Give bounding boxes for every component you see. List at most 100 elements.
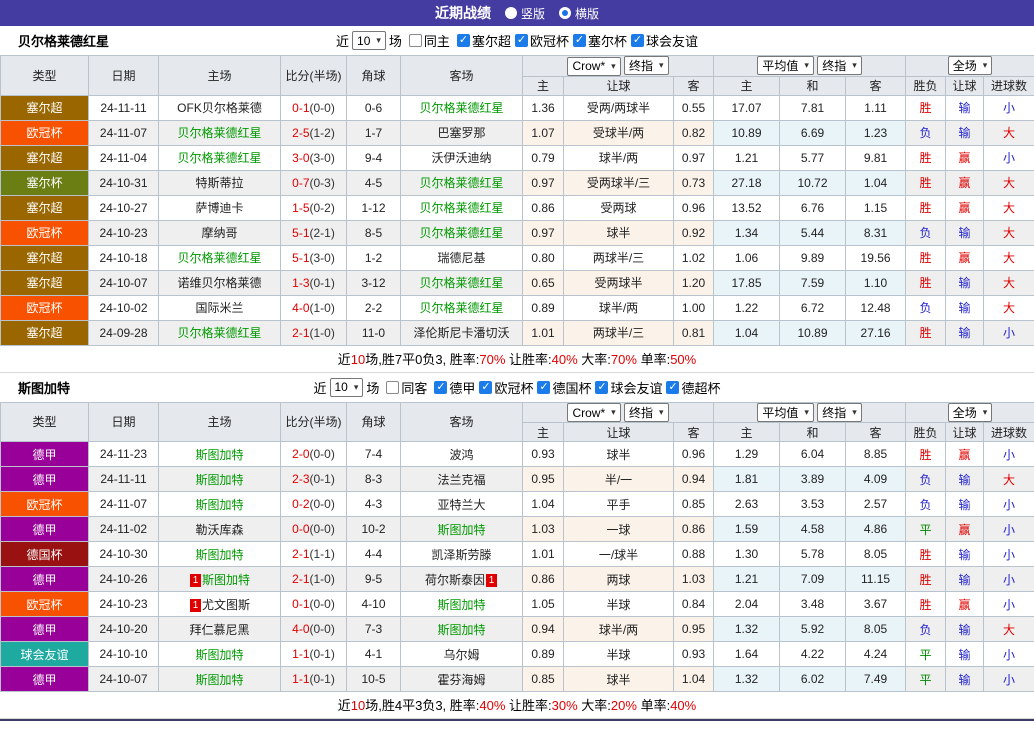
match-date: 24-10-31 xyxy=(88,169,159,196)
results-table: 类型 日期 主场 比分(半场) 角球 客场 Crow* ▾ 终指 ▾ 平均值 ▾ 终指… xyxy=(0,55,1034,346)
chevron-down-icon: ▾ xyxy=(804,406,809,417)
column-header: 和 xyxy=(779,75,847,96)
scope-select[interactable]: 全场 ▾ xyxy=(947,402,993,422)
avg-draw-cell: 6.76 xyxy=(779,194,847,221)
radio-vertical-layout[interactable]: 竖版 xyxy=(504,5,545,22)
home-odds-cell: 0.79 xyxy=(522,144,564,171)
match-date: 24-11-23 xyxy=(88,441,159,467)
home-odds-cell: 1.01 xyxy=(522,319,564,346)
column-header: 比分(半场) xyxy=(280,401,347,442)
avg-away-cell: 1.04 xyxy=(845,169,907,196)
handicap-cell: 两球 xyxy=(563,566,674,592)
match-row: 欧冠杯 24-11-07 斯图加特 0-2(0-0) 4-3 亚特兰大 1.04… xyxy=(0,491,1034,517)
corner-cell: 4-1 xyxy=(346,641,401,667)
away-odds-cell: 0.55 xyxy=(672,94,715,121)
match-row: 德甲 24-11-02 勒沃库森 0-0(0-0) 10-2 斯图加特 1.03… xyxy=(0,516,1034,542)
goals-result-cell: 大 xyxy=(983,269,1034,296)
same-venue-checkbox[interactable]: 同客 xyxy=(386,378,427,397)
avg-away-cell: 19.56 xyxy=(845,244,907,271)
avg-draw-cell: 9.89 xyxy=(779,244,847,271)
league-filter-checkbox[interactable]: ✓ 德国杯 xyxy=(537,378,591,397)
handicap-result-cell: 赢 xyxy=(945,144,985,171)
games-label: 场 xyxy=(366,380,380,396)
away-odds-cell: 0.96 xyxy=(672,441,715,467)
corner-cell: 2-2 xyxy=(346,294,401,321)
away-odds-cell: 0.93 xyxy=(672,641,715,667)
avg-away-cell: 11.15 xyxy=(845,566,907,592)
average-select[interactable]: 平均值 ▾ xyxy=(757,56,814,76)
away-team-cell: 乌尔姆 xyxy=(400,641,523,667)
average-select[interactable]: 平均值 ▾ xyxy=(757,402,814,422)
score-cell: 4-0(0-0) xyxy=(280,616,347,642)
recent-results-page: 近期战绩 竖版 横版 贝尔格莱德红星 近 10 ▾ 场 同主 ✓ 塞尔超 ✓ 欧… xyxy=(0,0,1034,721)
avg-draw-cell: 6.02 xyxy=(779,666,847,692)
average-stage-select[interactable]: 终指 ▾ xyxy=(817,56,862,76)
odds-stage-select[interactable]: 终指 ▾ xyxy=(624,402,669,422)
summary-text: 10 xyxy=(350,698,366,713)
column-header: 客场 xyxy=(400,55,523,96)
match-date: 24-10-10 xyxy=(88,641,159,667)
checkbox-checked-icon: ✓ xyxy=(514,34,528,47)
handicap-cell: 受两球半/三 xyxy=(563,169,674,196)
league-badge: 塞尔超 xyxy=(0,94,89,121)
home-team-cell: 萨博迪卡 xyxy=(158,194,281,221)
bookmaker-select[interactable]: Crow* ▾ xyxy=(567,56,621,76)
away-team-cell: 亚特兰大 xyxy=(400,491,523,517)
corner-cell: 10-5 xyxy=(346,666,401,692)
league-filter-checkbox[interactable]: ✓ 球会友谊 xyxy=(630,31,698,50)
result-cell: 胜 xyxy=(905,169,947,196)
odds-stage-select[interactable]: 终指 ▾ xyxy=(624,56,669,75)
league-filter-group: ✓ 塞尔超 ✓ 欧冠杯 ✓ 塞尔杯 ✓ 球会友谊 xyxy=(453,31,698,50)
avg-away-cell: 8.85 xyxy=(845,441,907,467)
same-venue-checkbox[interactable]: 同主 xyxy=(408,31,450,50)
away-odds-cell: 0.92 xyxy=(672,219,715,246)
column-header: 角球 xyxy=(346,401,401,442)
summary-text: 10 xyxy=(350,351,366,367)
match-row: 塞尔超 24-10-18 贝尔格莱德红星 5-1(3-0) 1-2 瑞德尼基 0… xyxy=(0,244,1034,271)
home-odds-cell: 0.89 xyxy=(522,294,564,321)
league-badge: 塞尔超 xyxy=(0,194,89,221)
chevron-down-icon: ▾ xyxy=(982,60,988,71)
match-row: 德甲 24-10-20 拜仁慕尼黑 4-0(0-0) 7-3 斯图加特 0.94… xyxy=(0,616,1034,642)
goals-result-cell: 大 xyxy=(983,294,1034,321)
home-odds-cell: 1.05 xyxy=(522,591,564,617)
goals-result-cell: 小 xyxy=(983,641,1034,667)
column-header: 客 xyxy=(672,75,715,96)
team-name: 贝尔格莱德红星 xyxy=(18,34,110,49)
league-filter-checkbox[interactable]: ✓ 德超杯 xyxy=(666,378,721,397)
league-filter-checkbox[interactable]: ✓ 欧冠杯 xyxy=(479,378,533,397)
away-odds-cell: 1.20 xyxy=(672,269,715,296)
match-date: 24-10-27 xyxy=(88,194,159,221)
handicap-cell: 受两球半 xyxy=(563,269,674,296)
home-team-cell: 贝尔格莱德红星 xyxy=(158,319,281,346)
away-team-cell: 贝尔格莱德红星 xyxy=(400,194,523,221)
league-filter-checkbox[interactable]: ✓ 德甲 xyxy=(434,378,475,397)
scope-select[interactable]: 全场 ▾ xyxy=(947,56,993,76)
red-card-icon: 1 xyxy=(486,573,497,587)
average-stage-select[interactable]: 终指 ▾ xyxy=(817,402,862,422)
recent-count-select[interactable]: 10 ▾ xyxy=(329,377,364,397)
avg-draw-cell: 6.72 xyxy=(779,294,847,321)
match-date: 24-10-18 xyxy=(88,244,159,271)
league-badge: 塞尔超 xyxy=(0,319,89,346)
league-filter-checkbox[interactable]: ✓ 欧冠杯 xyxy=(514,31,569,50)
league-filter-label: 球会友谊 xyxy=(610,380,663,396)
avg-home-cell: 17.85 xyxy=(713,269,781,296)
recent-count-select[interactable]: 10 ▾ xyxy=(352,31,386,50)
match-row: 塞尔超 24-11-04 贝尔格莱德红星 3-0(3-0) 9-4 沃伊沃迪纳 … xyxy=(0,144,1034,171)
match-row: 塞尔超 24-10-27 萨博迪卡 1-5(0-2) 1-12 贝尔格莱德红星 … xyxy=(0,194,1034,221)
avg-draw-cell: 5.77 xyxy=(779,144,847,171)
league-filter-checkbox[interactable]: ✓ 球会友谊 xyxy=(595,378,662,397)
odds-select-header: Crow* ▾ 终指 ▾ xyxy=(521,401,715,423)
match-date: 24-10-07 xyxy=(88,269,159,296)
league-filter-checkbox[interactable]: ✓ 塞尔杯 xyxy=(572,31,627,50)
handicap-result-cell: 输 xyxy=(945,219,985,246)
avg-home-cell: 1.22 xyxy=(713,294,781,321)
avg-draw-cell: 7.09 xyxy=(779,566,847,592)
corner-cell: 8-5 xyxy=(346,219,401,246)
radio-horizontal-layout[interactable]: 横版 xyxy=(559,5,599,22)
league-filter-checkbox[interactable]: ✓ 塞尔超 xyxy=(456,31,511,50)
goals-result-cell: 小 xyxy=(983,516,1034,542)
avg-draw-cell: 6.04 xyxy=(779,441,847,467)
bookmaker-select[interactable]: Crow* ▾ xyxy=(567,403,621,422)
